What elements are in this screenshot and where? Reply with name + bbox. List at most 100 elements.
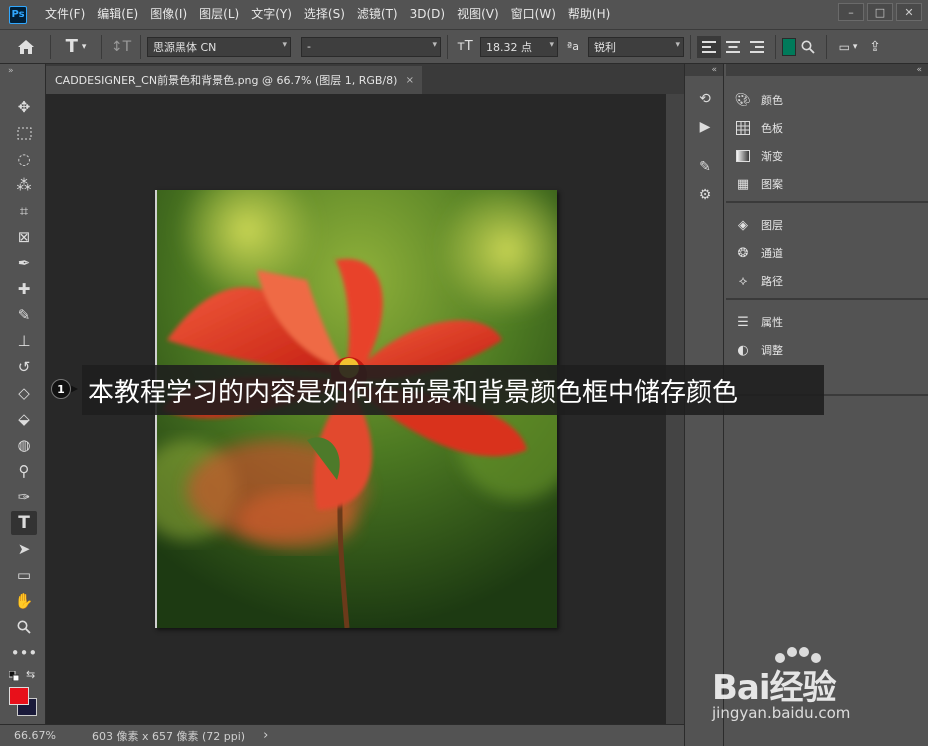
foreground-color-fill <box>10 688 28 704</box>
status-arrow-icon[interactable]: › <box>263 728 268 743</box>
more-tools-icon[interactable]: ••• <box>11 641 38 665</box>
antialias-icon: ªa <box>567 40 579 53</box>
lasso-tool-icon[interactable]: ◌ <box>11 147 37 171</box>
actions-play-icon[interactable]: ▶ <box>694 116 716 138</box>
healing-brush-tool-icon[interactable]: ✚ <box>11 277 37 301</box>
home-icon[interactable] <box>8 39 44 55</box>
baidu-watermark: Bai经验 jingyan.baidu.com <box>712 647 912 728</box>
brushes-icon[interactable]: ✎ <box>694 156 716 178</box>
stamp-tool-icon[interactable]: ⊥ <box>11 329 37 353</box>
zoom-level[interactable]: 66.67% <box>14 729 64 742</box>
eyedropper-tool-icon[interactable]: ✒ <box>11 251 37 275</box>
panel-layers[interactable]: ◈ 图层 <box>734 213 783 237</box>
history-brush-tool-icon[interactable]: ↺ <box>11 355 37 379</box>
expand-tools-icon[interactable]: » <box>8 66 14 76</box>
brush-settings-icon[interactable]: ⚙ <box>694 184 716 206</box>
menu-edit[interactable]: 编辑(E) <box>91 0 144 29</box>
divider <box>690 34 691 59</box>
menu-3d[interactable]: 3D(D) <box>404 0 451 29</box>
foreground-color-swatch[interactable] <box>9 687 29 705</box>
font-size-select[interactable]: 18.32 点 ▾ <box>480 36 558 57</box>
marquee-tool-icon[interactable] <box>11 121 37 145</box>
adjustments-icon: ◐ <box>737 342 749 358</box>
panel-color[interactable]: 🎨︎ 颜色 <box>734 88 783 112</box>
paths-icon: ⟡ <box>738 273 748 289</box>
path-select-tool-icon[interactable]: ➤ <box>11 537 37 561</box>
document-tab[interactable]: CADDESIGNER_CN前景色和背景色.png @ 66.7% (图层 1,… <box>46 66 422 94</box>
panel-properties[interactable]: ☰ 属性 <box>734 310 783 334</box>
panel-channels[interactable]: ❂ 通道 <box>734 241 783 265</box>
menu-window[interactable]: 窗口(W) <box>505 0 562 29</box>
tutorial-caption: 本教程学习的内容是如何在前景和背景颜色框中储存颜色 <box>82 365 824 415</box>
history-icon[interactable]: ⟲ <box>694 88 716 110</box>
workspace-icon[interactable]: ▭ ▾ <box>833 40 863 54</box>
text-orientation-icon[interactable]: ↕T <box>108 39 134 55</box>
type-tool-icon[interactable]: T <box>11 511 37 535</box>
menu-image[interactable]: 图像(I) <box>144 0 193 29</box>
antialias-value: 锐利 <box>594 40 616 54</box>
share-icon[interactable]: ⇪ <box>863 39 887 55</box>
frame-tool-icon[interactable]: ⊠ <box>11 225 37 249</box>
search-icon[interactable] <box>796 40 820 54</box>
properties-icon: ☰ <box>737 314 749 330</box>
minimize-button[interactable]: – <box>838 3 864 21</box>
crop-tool-icon[interactable]: ⌗ <box>11 199 37 223</box>
step-badge: 1 <box>51 379 71 399</box>
document-tab-title: CADDESIGNER_CN前景色和背景色.png @ 66.7% (图层 1,… <box>55 74 398 87</box>
collapse-strip-icon[interactable]: « <box>685 64 723 76</box>
menu-filter[interactable]: 滤镜(T) <box>351 0 404 29</box>
paint-bucket-tool-icon[interactable]: ⬙ <box>11 407 37 431</box>
divider <box>50 34 51 59</box>
font-family-select[interactable]: 思源黑体 CN ▾ <box>147 36 291 57</box>
type-tool-preset-icon[interactable]: T ▾ <box>57 36 95 57</box>
hand-tool-icon[interactable]: ✋ <box>11 589 37 613</box>
align-right-icon[interactable] <box>745 40 769 53</box>
divider <box>775 34 776 59</box>
panel-gradients[interactable]: 渐变 <box>734 144 783 168</box>
font-family-value: 思源黑体 CN <box>153 40 217 54</box>
watermark-url: jingyan.baidu.com <box>712 704 851 722</box>
default-colors-icon[interactable] <box>8 670 20 682</box>
menu-view[interactable]: 视图(V) <box>451 0 505 29</box>
zoom-tool-icon[interactable] <box>11 615 37 639</box>
panel-label: 路径 <box>761 275 783 288</box>
align-left-icon[interactable] <box>697 35 721 58</box>
quick-select-tool-icon[interactable]: ⁂ <box>11 173 37 197</box>
panel-paths[interactable]: ⟡ 路径 <box>734 269 783 293</box>
tools-panel: » ✥ ◌ ⁂ ⌗ ⊠ ✒ ✚ ✎ ⊥ ↺ ◇ ⬙ ◍ ⚲ ✑ T ➤ ▭ ✋ … <box>0 64 46 746</box>
align-center-icon[interactable] <box>721 40 745 53</box>
collapse-panels-icon[interactable]: « <box>726 64 928 76</box>
panel-label: 颜色 <box>761 94 783 107</box>
brush-tool-icon[interactable]: ✎ <box>11 303 37 327</box>
move-tool-icon[interactable]: ✥ <box>11 95 37 119</box>
panel-swatches[interactable]: 色板 <box>734 116 783 140</box>
menu-file[interactable]: 文件(F) <box>39 0 91 29</box>
dodge-tool-icon[interactable]: ⚲ <box>11 459 37 483</box>
menu-bar: Ps 文件(F) 编辑(E) 图像(I) 图层(L) 文字(Y) 选择(S) 滤… <box>0 0 928 29</box>
photoshop-logo-icon: Ps <box>9 5 27 24</box>
panel-label: 调整 <box>761 344 783 357</box>
text-color-swatch[interactable] <box>782 37 796 56</box>
menu-layer[interactable]: 图层(L) <box>193 0 245 29</box>
panel-divider <box>726 298 928 300</box>
blur-tool-icon[interactable]: ◍ <box>11 433 37 457</box>
font-size-icon: ᴛT <box>457 39 473 54</box>
menu-type[interactable]: 文字(Y) <box>245 0 298 29</box>
window-controls: – □ ✕ <box>838 3 922 21</box>
eraser-tool-icon[interactable]: ◇ <box>11 381 37 405</box>
menu-select[interactable]: 选择(S) <box>298 0 351 29</box>
font-style-select[interactable]: - ▾ <box>301 36 441 57</box>
antialias-select[interactable]: 锐利 ▾ <box>588 36 684 57</box>
rectangle-tool-icon[interactable]: ▭ <box>11 563 37 587</box>
panel-patterns[interactable]: ▦ 图案 <box>734 172 783 196</box>
panel-adjustments[interactable]: ◐ 调整 <box>734 338 783 362</box>
menu-help[interactable]: 帮助(H) <box>562 0 616 29</box>
document-tab-bar: CADDESIGNER_CN前景色和背景色.png @ 66.7% (图层 1,… <box>46 64 684 94</box>
pen-tool-icon[interactable]: ✑ <box>11 485 37 509</box>
divider <box>101 34 102 59</box>
menu-items: 文件(F) 编辑(E) 图像(I) 图层(L) 文字(Y) 选择(S) 滤镜(T… <box>39 0 616 29</box>
close-tab-icon[interactable]: × <box>406 75 414 86</box>
swap-colors-icon[interactable]: ⇆ <box>26 668 35 681</box>
maximize-button[interactable]: □ <box>867 3 893 21</box>
close-window-button[interactable]: ✕ <box>896 3 922 21</box>
